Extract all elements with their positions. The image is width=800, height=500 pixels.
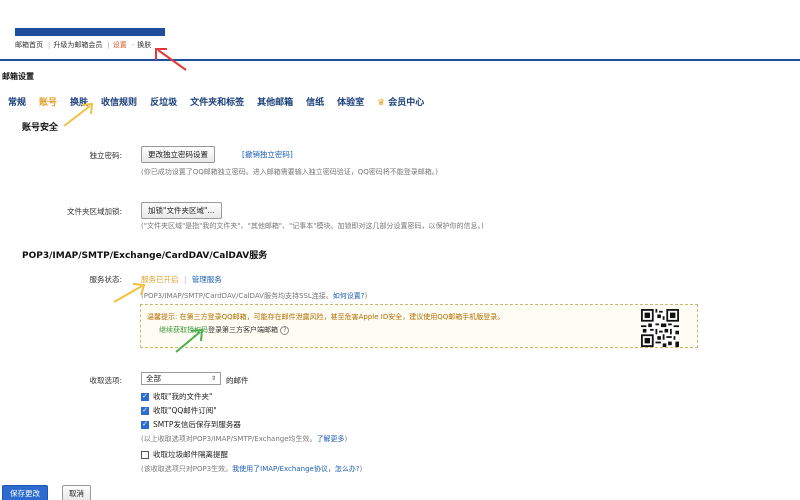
settings-tabs: 常规 账号 换肤 收信规则 反垃圾 文件夹和标签 其他邮箱 信纸 体验室 ♛ 会员… (8, 95, 437, 108)
option-smtp-save[interactable]: ✓ SMTP发信后保存到服务器 (141, 419, 241, 430)
checkbox-my-folders[interactable]: ✓ (141, 392, 149, 401)
checkbox-smtp-save[interactable]: ✓ (141, 420, 149, 429)
independent-password-hint: (你已成功设置了QQ邮箱独立密码。进入邮箱需要输入独立密码验证，QQ密码将不能登… (141, 168, 438, 176)
tab-other-mailbox[interactable]: 其他邮箱 (257, 95, 293, 108)
account-security-title: 账号安全 (22, 123, 59, 133)
option-smtp-save-label: SMTP发信后保存到服务器 (153, 420, 241, 429)
security-notice: 温馨提示: 在第三方登录QQ邮箱，可能存在邮件泄露风险，甚至危害Apple ID… (140, 304, 698, 348)
option-qq-subscription-label: 收取"QQ邮件订阅" (153, 406, 217, 415)
status-separator: | (183, 275, 187, 284)
ssl-hint-prefix: (POP3/IMAP/SMTP/CardDAV/CalDAV服务均支持SSL连接… (141, 292, 333, 300)
notice-auth-line: 继续获取授权码登录第三方客户端邮箱 ? (159, 325, 290, 335)
get-auth-code-link[interactable]: 继续获取授权码 (159, 326, 208, 334)
independent-password-label: 独立密码: (89, 151, 122, 160)
option-my-folders[interactable]: ✓ 收取"我的文件夹" (141, 391, 212, 402)
help-icon[interactable]: ? (280, 326, 290, 335)
tab-receive-rules[interactable]: 收信规则 (101, 95, 137, 108)
select-arrows-icon: ⇕ (210, 375, 216, 382)
tab-lab[interactable]: 体验室 (337, 95, 364, 108)
checkbox-junk-reminder[interactable] (141, 450, 149, 459)
receive-options-hint: (以上收取选项对POP3/IMAP/SMTP/Exchange均生效。了解更多) (141, 434, 347, 444)
receive-range-select[interactable]: 全部 ⇕ (141, 372, 221, 385)
nav-skin[interactable]: 换肤 (137, 41, 151, 49)
select-value: 全部 (146, 374, 161, 383)
service-status-label: 服务状态: (89, 275, 122, 284)
nav-separator: - (131, 41, 135, 49)
option-junk-reminder[interactable]: 收取垃圾邮件隔离提醒 (141, 449, 228, 460)
how-to-setup-link[interactable]: 如何设置? (333, 292, 365, 300)
cancel-button[interactable]: 取消 (62, 485, 91, 500)
notice-warning-text: 温馨提示: 在第三方登录QQ邮箱，可能存在邮件泄露风险，甚至危害Apple ID… (147, 313, 505, 321)
save-changes-button[interactable]: 保存更改 (2, 485, 48, 500)
pop3-section-title: POP3/IMAP/SMTP/Exchange/CardDAV/CalDAV服务 (22, 251, 268, 261)
tab-account[interactable]: 账号 (39, 95, 57, 108)
page-title: 邮箱设置 (2, 72, 34, 81)
tab-skin[interactable]: 换肤 (70, 95, 88, 108)
service-enabled-link[interactable]: 服务已开启 (141, 275, 179, 284)
pop3-hint-prefix: (该收取选项只对POP3生效。 (141, 465, 233, 473)
nav-mail-home[interactable]: 邮箱首页 (15, 41, 43, 49)
pop3-hint-suffix: ) (359, 465, 363, 473)
crown-icon: ♛ (377, 98, 386, 108)
receive-hint-prefix: (以上收取选项对POP3/IMAP/SMTP/Exchange均生效。 (141, 435, 317, 443)
folder-lock-hint: ("文件夹区域"是指"我的文件夹"、"其他邮箱"、"记事本"模块。加锁即对这几部… (141, 222, 484, 230)
option-my-folders-label: 收取"我的文件夹" (153, 392, 213, 401)
tab-member-center-label: 会员中心 (388, 98, 425, 108)
tab-anti-spam[interactable]: 反垃圾 (150, 95, 177, 108)
pop3-only-hint: (该收取选项只对POP3生效。我使用了IMAP/Exchange协议，怎么办?) (141, 464, 362, 474)
logo-bar (15, 28, 165, 36)
nav-separator: | (107, 41, 110, 49)
header-divider (0, 59, 800, 61)
nav-upgrade-member[interactable]: 升级为邮箱会员 (53, 41, 102, 49)
receive-options-label: 收取选项: (89, 376, 122, 385)
checkbox-qq-subscription[interactable]: ✓ (141, 406, 149, 415)
folder-lock-label: 文件夹区域加锁: (66, 207, 122, 216)
receive-hint-suffix: ) (344, 435, 348, 443)
notice-auth-suffix: 登录第三方客户端邮箱 (208, 326, 278, 334)
learn-more-link[interactable]: 了解更多 (317, 435, 345, 443)
tab-folders-labels[interactable]: 文件夹和标签 (190, 95, 244, 108)
manage-service-link[interactable]: 管理服务 (192, 275, 222, 284)
imap-exchange-help-link[interactable]: 我使用了IMAP/Exchange协议，怎么办? (232, 465, 359, 473)
service-status: 服务已开启 | 管理服务 (141, 274, 222, 285)
option-qq-subscription[interactable]: ✓ 收取"QQ邮件订阅" (141, 405, 217, 416)
nav-settings[interactable]: 设置 (113, 41, 127, 49)
option-junk-reminder-label: 收取垃圾邮件隔离提醒 (153, 450, 228, 459)
top-nav: 邮箱首页 | 升级为邮箱会员 | 设置 - 换肤 (15, 40, 153, 50)
ssl-hint: (POP3/IMAP/SMTP/CardDAV/CalDAV服务均支持SSL连接… (141, 291, 367, 301)
qr-code-icon (641, 309, 679, 347)
tab-general[interactable]: 常规 (8, 95, 26, 108)
receive-range-suffix: 的邮件 (226, 376, 249, 385)
lock-folder-area-button[interactable]: 加锁"文件夹区域"... (141, 202, 222, 219)
tab-stationery[interactable]: 信纸 (306, 95, 324, 108)
ssl-hint-suffix: ) (364, 292, 368, 300)
nav-separator: | (48, 41, 51, 49)
tab-member-center[interactable]: ♛ 会员中心 (377, 95, 424, 108)
revoke-independent-password-link[interactable]: [撤销独立密码] (242, 149, 293, 160)
change-independent-password-button[interactable]: 更改独立密码设置 (141, 146, 215, 163)
